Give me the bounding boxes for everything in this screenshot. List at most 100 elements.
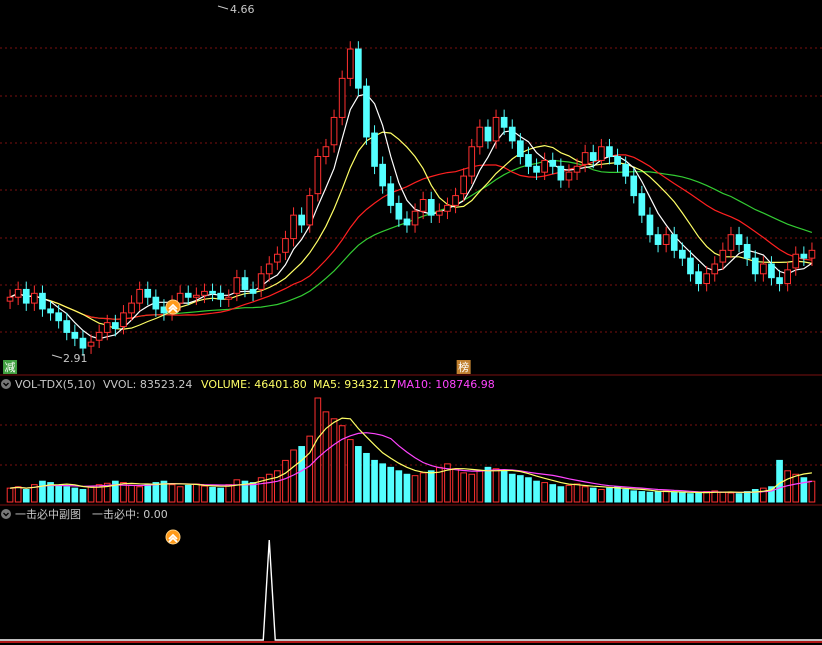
- candle-up: [103, 322, 111, 333]
- candle-down: [776, 277, 783, 285]
- candle-up: [290, 214, 297, 240]
- candle-up: [136, 288, 143, 304]
- volume-bar-down: [776, 459, 783, 503]
- candle-up: [411, 210, 419, 226]
- candle-up: [257, 273, 265, 290]
- volume-bar-up: [306, 435, 314, 503]
- volume-bar-down: [517, 475, 524, 503]
- volume-bar-down: [646, 491, 654, 503]
- candle-down: [800, 253, 808, 259]
- candle-down: [371, 132, 378, 167]
- candle-down: [484, 126, 492, 142]
- candle-down: [55, 312, 62, 322]
- candle-up: [760, 263, 767, 275]
- candle-up: [225, 296, 233, 300]
- candle-up: [314, 156, 322, 195]
- candle-down: [217, 292, 224, 300]
- candle-up: [419, 199, 427, 212]
- candle-down: [144, 288, 152, 298]
- candle-down: [638, 193, 646, 216]
- volume-bar-down: [589, 487, 597, 503]
- signal-spike-line: [0, 539, 822, 641]
- volume-bar-down: [249, 482, 257, 503]
- candle-down: [79, 337, 87, 349]
- candle-up: [87, 341, 95, 347]
- volume-bar-up: [419, 472, 427, 503]
- candle-down: [112, 322, 119, 330]
- candle-up: [436, 210, 443, 216]
- candle-down: [679, 249, 686, 259]
- volume-bar-down: [525, 477, 532, 503]
- candle-up: [346, 48, 354, 79]
- candle-down: [355, 48, 362, 89]
- volume-bar-up: [565, 484, 573, 503]
- candle-down: [549, 159, 557, 167]
- candle-down: [363, 85, 370, 138]
- collapse-toggle-icon[interactable]: [1, 509, 11, 519]
- volume-bar-up: [338, 425, 346, 503]
- volume-bar-down: [63, 486, 71, 503]
- volume-bar-down: [144, 483, 152, 503]
- volume-bar-up: [168, 484, 176, 503]
- candle-down: [39, 292, 46, 310]
- grid-lines: [0, 47, 822, 466]
- volume-bar-up: [598, 489, 605, 503]
- high-price-label: 4.66: [230, 3, 255, 16]
- candle-down: [517, 140, 524, 158]
- volume-bar-down: [355, 446, 362, 503]
- moving-average-lines: [9, 93, 813, 340]
- volume-indicator-name: VOL-TDX(5,10): [15, 378, 96, 391]
- candlestick-series: [6, 41, 816, 356]
- candle-up: [452, 195, 459, 206]
- event-badges: 减榜财涨: [3, 360, 471, 374]
- volume-bar-down: [209, 486, 216, 503]
- collapse-toggle-icon[interactable]: [1, 379, 11, 389]
- ma-line-short: [9, 93, 813, 340]
- candle-up: [719, 249, 727, 263]
- volume-bar-down: [39, 480, 46, 503]
- volume-bar-up: [14, 486, 22, 503]
- volume-bar-up: [662, 490, 670, 503]
- volume-bar-down: [679, 492, 686, 503]
- candle-down: [646, 214, 654, 236]
- candle-down: [395, 202, 403, 220]
- candle-down: [557, 165, 565, 181]
- signal-line: [0, 539, 822, 641]
- volume-bar-down: [622, 489, 629, 503]
- volume-bar-up: [541, 482, 548, 503]
- volume-bar-up: [322, 411, 330, 503]
- volume-bar-up: [476, 470, 484, 503]
- candle-up: [727, 234, 735, 251]
- volume-bar-down: [638, 491, 646, 503]
- candle-up: [6, 296, 14, 302]
- candle-up: [541, 159, 548, 173]
- volume-bar-up: [330, 418, 338, 503]
- volume-bar-down: [687, 493, 694, 503]
- volume-bar-down: [217, 487, 224, 503]
- volume-bar-up: [346, 439, 354, 503]
- volume-bar-down: [395, 470, 403, 503]
- ma10-value: MA10: 108746.98: [397, 378, 495, 391]
- event-badge: 榜: [456, 360, 471, 374]
- candle-up: [598, 146, 605, 161]
- volume-bar-up: [411, 475, 419, 503]
- candle-up: [193, 294, 200, 298]
- volume-bar-down: [403, 473, 411, 503]
- volume-bar-down: [379, 463, 386, 503]
- candle-down: [533, 165, 540, 173]
- volume-bar-up: [136, 486, 143, 503]
- volume-bar-up: [87, 486, 95, 503]
- signal-value: 一击必中: 0.00: [92, 508, 168, 521]
- candle-down: [606, 146, 613, 158]
- volume-bar-down: [71, 487, 79, 503]
- candle-down: [22, 288, 30, 304]
- volume-bar-up: [233, 479, 241, 503]
- candle-up: [444, 204, 451, 212]
- volume-bar-up: [808, 480, 816, 503]
- candle-down: [768, 263, 775, 279]
- candle-up: [468, 146, 476, 177]
- candle-down: [241, 277, 249, 290]
- candle-down: [743, 243, 751, 259]
- volume-bar-down: [533, 480, 540, 503]
- candle-down: [614, 156, 621, 165]
